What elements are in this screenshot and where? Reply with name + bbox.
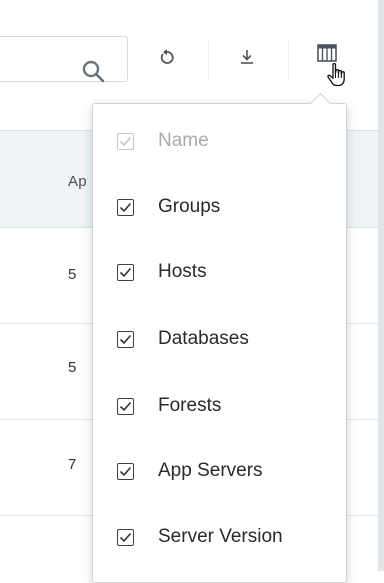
checkbox <box>117 132 134 150</box>
download-button[interactable] <box>230 40 264 78</box>
checkbox[interactable] <box>117 263 134 281</box>
search-icon[interactable] <box>80 58 106 84</box>
column-option-databases[interactable]: Databases <box>93 319 346 359</box>
refresh-button[interactable] <box>150 40 184 78</box>
row-value: 5 <box>68 266 77 283</box>
checkbox[interactable] <box>117 462 134 480</box>
columns-button[interactable] <box>312 40 346 87</box>
checkbox[interactable] <box>117 330 134 348</box>
search-input[interactable] <box>0 36 128 82</box>
toolbar-divider <box>208 40 209 80</box>
column-option-name: Name <box>93 121 346 161</box>
row-value: 7 <box>68 456 77 473</box>
checkbox[interactable] <box>117 198 134 216</box>
hand-pointer-icon <box>326 62 348 93</box>
column-option-label: Server Version <box>158 526 283 547</box>
refresh-icon <box>158 48 176 71</box>
checkbox[interactable] <box>117 397 134 415</box>
column-option-app-servers[interactable]: App Servers <box>93 451 346 491</box>
column-option-groups[interactable]: Groups <box>93 187 346 227</box>
column-option-label: Databases <box>158 328 249 349</box>
column-chooser-menu: Name Groups Hosts Databases Forests App … <box>92 92 347 583</box>
column-option-label: Hosts <box>158 261 207 282</box>
toolbar-divider <box>288 40 289 80</box>
checkbox[interactable] <box>117 528 134 546</box>
column-option-hosts[interactable]: Hosts <box>93 252 346 292</box>
toolbar <box>0 0 380 100</box>
column-option-server-version[interactable]: Server Version <box>93 517 346 557</box>
column-option-label: Forests <box>158 395 222 416</box>
column-option-label: App Servers <box>158 460 263 481</box>
download-icon <box>239 48 255 71</box>
column-option-label: Groups <box>158 196 221 217</box>
row-value: 5 <box>68 359 77 376</box>
column-header-app-servers[interactable]: Ap <box>68 173 87 190</box>
scrollbar[interactable] <box>378 0 384 571</box>
column-option-forests[interactable]: Forests <box>93 386 346 426</box>
column-option-label: Name <box>158 130 209 151</box>
